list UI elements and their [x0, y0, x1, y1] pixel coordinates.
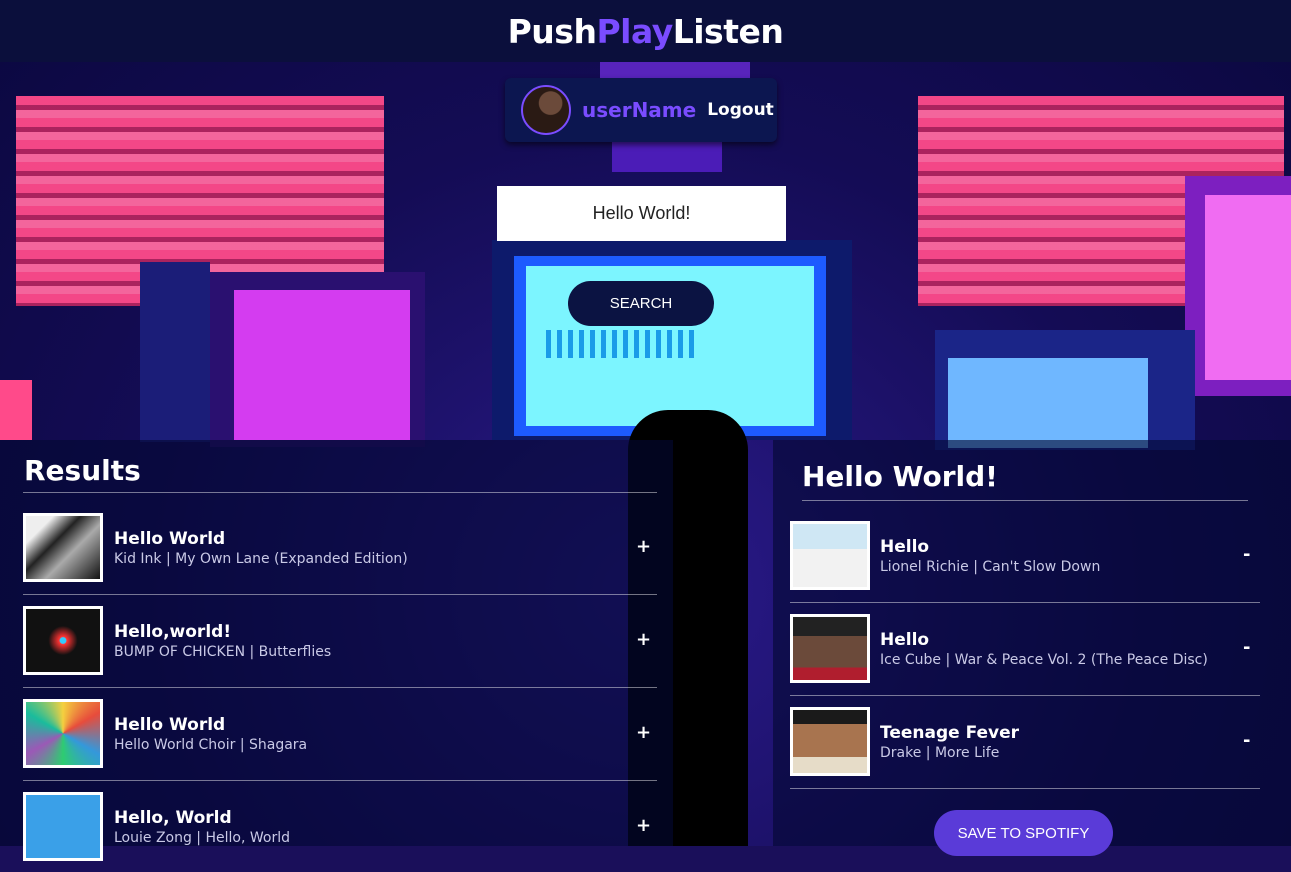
add-track-button[interactable]: +	[636, 722, 651, 743]
results-title: Results	[24, 454, 141, 487]
track-meta: Lionel Richie | Can't Slow Down	[880, 559, 1101, 575]
user-name: userName	[582, 98, 697, 122]
app-logo: PushPlayListen	[508, 12, 784, 51]
playlist-panel: Hello World! Hello Lionel Richie | Can't…	[773, 440, 1291, 846]
album-art-image	[790, 521, 870, 590]
app-header: PushPlayListen	[0, 0, 1291, 62]
save-to-spotify-button[interactable]: SAVE TO SPOTIFY	[934, 810, 1113, 856]
search-button[interactable]: SEARCH	[568, 281, 714, 326]
album-art-image	[23, 513, 103, 582]
result-track-row: Hello,world! BUMP OF CHICKEN | Butterfli…	[0, 593, 673, 686]
track-name: Hello	[880, 537, 930, 557]
logo-part-push: Push	[507, 11, 597, 51]
logo-part-play: Play	[596, 11, 673, 51]
playlist-track-row: Hello Ice Cube | War & Peace Vol. 2 (The…	[773, 601, 1291, 694]
avatar	[521, 85, 571, 135]
track-name: Teenage Fever	[880, 723, 1020, 743]
search-input[interactable]	[497, 186, 786, 241]
track-meta: Hello World Choir | Shagara	[114, 737, 308, 753]
track-name: Hello, World	[114, 808, 232, 828]
remove-track-button[interactable]: -	[1243, 730, 1250, 751]
track-meta: Kid Ink | My Own Lane (Expanded Edition)	[114, 551, 408, 567]
divider	[802, 500, 1248, 501]
album-art-image	[790, 707, 870, 776]
results-panel: Results Hello World Kid Ink | My Own Lan…	[0, 440, 673, 861]
track-name: Hello	[880, 630, 930, 650]
track-name: Hello World	[114, 529, 226, 549]
remove-track-button[interactable]: -	[1243, 637, 1250, 658]
album-art-image	[23, 792, 103, 861]
add-track-button[interactable]: +	[636, 536, 651, 557]
album-art-image	[23, 606, 103, 675]
remove-track-button[interactable]: -	[1243, 544, 1250, 565]
track-meta: BUMP OF CHICKEN | Butterflies	[114, 644, 332, 660]
divider	[23, 492, 657, 493]
track-name: Hello,world!	[114, 622, 232, 642]
playlist-track-row: Hello Lionel Richie | Can't Slow Down -	[773, 508, 1291, 601]
playlist-track-row: Teenage Fever Drake | More Life -	[773, 694, 1291, 787]
user-panel: userName Logout	[505, 78, 777, 142]
album-art-image	[790, 614, 870, 683]
playlist-name[interactable]: Hello World!	[802, 460, 998, 493]
result-track-row: Hello World Kid Ink | My Own Lane (Expan…	[0, 500, 673, 593]
add-track-button[interactable]: +	[636, 629, 651, 650]
result-track-row: Hello, World Louie Zong | Hello, World +	[0, 779, 673, 872]
logout-button[interactable]: Logout	[707, 100, 774, 120]
track-meta: Drake | More Life	[880, 745, 1000, 761]
track-meta: Louie Zong | Hello, World	[114, 830, 290, 846]
album-art-image	[23, 699, 103, 768]
track-name: Hello World	[114, 715, 226, 735]
result-track-row: Hello World Hello World Choir | Shagara …	[0, 686, 673, 779]
logo-part-listen: Listen	[672, 11, 784, 51]
add-track-button[interactable]: +	[636, 815, 651, 836]
divider	[790, 788, 1260, 789]
track-meta: Ice Cube | War & Peace Vol. 2 (The Peace…	[880, 652, 1208, 668]
